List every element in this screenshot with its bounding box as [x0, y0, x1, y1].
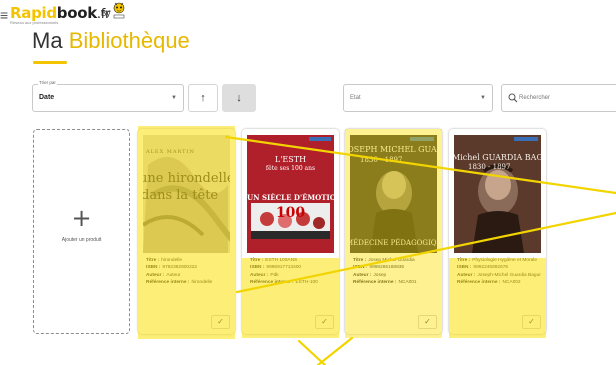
book-cover: L'ESTH fête ses 100 ans UN SIÈCLE D'ÉMOT…: [247, 135, 334, 253]
page-title-accent: Bibliothèque: [68, 28, 190, 53]
ref-label: Référence interne :: [250, 280, 294, 286]
author-label: Auteur :: [457, 272, 476, 278]
sort-select[interactable]: Trier par Date ▼: [32, 80, 184, 112]
product-author: Pdk: [270, 272, 279, 278]
cover-title-line3: MÉDECINE PÉDAGOGIQUE: [350, 239, 437, 247]
product-title: hirondelle: [161, 258, 183, 263]
product-ref: ESTH-100: [295, 280, 318, 286]
product-title: ESTH 100ANS: [265, 258, 298, 263]
ref-label: Référence interne :: [457, 280, 501, 286]
isbn-label: ISBN :: [353, 265, 368, 271]
add-product-card[interactable]: + Ajouter un produit: [33, 129, 130, 334]
product-author: Josep: [373, 272, 387, 278]
cover-year: 100: [275, 205, 306, 221]
product-details: Titre : Physiologie Hygiène et Morale ISB…: [457, 257, 542, 287]
author-label: Auteur :: [146, 272, 165, 278]
title-label: Titre :: [457, 258, 471, 263]
sort-ascending-button[interactable]: ↑: [188, 84, 218, 112]
product-details: Titre : Josep Michel Guardia ISBN :999826…: [353, 257, 438, 287]
product-isbn: 9782382900222: [162, 265, 198, 271]
product-details: Titre : hirondelle ISBN :9782382900222 Au…: [146, 257, 231, 287]
author-label: Auteur :: [250, 272, 269, 278]
book-cover: JOSEPH MICHEL GUARDIA 1830 - 1897 MÉDECI…: [350, 135, 437, 253]
sort-legend: Trier par: [38, 80, 57, 85]
product-author: Auteur: [166, 272, 181, 278]
search-icon: [508, 93, 518, 103]
state-select[interactable]: Etat ▼: [343, 84, 493, 112]
search-input[interactable]: Rechercher: [501, 84, 616, 112]
product-title: Josep Michel Guardia: [368, 258, 415, 263]
book-cover: ALEX MARTIN une hirondelle dans la tête: [143, 135, 230, 253]
isbn-label: ISBN :: [457, 265, 472, 271]
ref-label: Référence interne :: [353, 280, 397, 286]
product-ref: NCA002: [502, 280, 521, 286]
logo-by: By: [101, 9, 111, 18]
title-label: Titre :: [146, 258, 160, 263]
cover-title-line1: L'ESTH: [274, 155, 307, 164]
author-label: Auteur :: [353, 272, 372, 278]
product-ref: NCA001: [398, 280, 417, 286]
product-details: Titre : ESTH 100ANS ISBN :9995917713400 A…: [250, 257, 335, 287]
product-card[interactable]: L'ESTH fête ses 100 ans UN SIÈCLE D'ÉMOT…: [242, 129, 339, 334]
product-ref: hirondelle: [191, 280, 213, 286]
product-card[interactable]: ALEX MARTIN une hirondelle dans la tête …: [138, 129, 235, 334]
cover-title-line2: 1830 - 1897: [468, 163, 511, 171]
logo-book: book: [56, 4, 97, 22]
select-checkmark-button[interactable]: ✓: [418, 315, 437, 329]
sort-descending-button[interactable]: ↓: [222, 84, 256, 112]
logo-tagline: Réseau aux professionnels: [10, 20, 59, 25]
cover-author: ALEX MARTIN: [146, 149, 195, 155]
cover-title-line1: une hirondelle: [143, 171, 230, 186]
select-checkmark-button[interactable]: ✓: [522, 315, 541, 329]
cover-title-line2: 1830 - 1897: [360, 156, 403, 164]
cover-title-line1: Michel GUARDIA BAGUR: [454, 153, 541, 162]
mascot-icon: [113, 2, 125, 19]
product-author: Joseph-Michel Guardia Bagur: [477, 272, 541, 278]
search-placeholder: Rechercher: [519, 95, 551, 101]
select-checkmark-button[interactable]: ✓: [211, 315, 230, 329]
cover-title-line2: dans la tête: [143, 188, 219, 203]
plus-icon: +: [71, 204, 92, 232]
product-card[interactable]: Michel GUARDIA BAGUR 1830 - 1897 Titre :…: [449, 129, 546, 334]
product-isbn: 9995917713400: [266, 265, 302, 271]
select-checkmark-button[interactable]: ✓: [315, 315, 334, 329]
title-label: Titre :: [250, 258, 264, 263]
cover-title-line1: JOSEPH MICHEL GUARDIA: [350, 145, 437, 154]
hamburger-icon[interactable]: ≡: [0, 8, 8, 22]
cover-title-line3: UN SIÈCLE D'ÉMOTIONS: [247, 193, 334, 202]
state-placeholder: Etat: [350, 95, 361, 101]
add-product-label: Ajouter un produit: [61, 237, 102, 243]
product-isbn: 9992245892676: [473, 265, 509, 271]
caret-down-icon: ▼: [171, 95, 177, 101]
book-cover: Michel GUARDIA BAGUR 1830 - 1897: [454, 135, 541, 253]
isbn-label: ISBN :: [146, 265, 161, 271]
product-card[interactable]: JOSEPH MICHEL GUARDIA 1830 - 1897 MÉDECI…: [345, 129, 442, 334]
sort-value: Date: [39, 94, 55, 101]
page-title: Ma Bibliothèque: [32, 28, 190, 54]
product-isbn: 9998265188836: [369, 265, 405, 271]
isbn-label: ISBN :: [250, 265, 265, 271]
ref-label: Référence interne :: [146, 280, 190, 286]
caret-down-icon: ▼: [480, 95, 486, 101]
cover-title-line2: fête ses 100 ans: [265, 165, 316, 172]
title-label: Titre :: [353, 258, 367, 263]
page-title-prefix: Ma: [32, 28, 69, 53]
product-title: Physiologie Hygiène et Morale: [472, 258, 538, 263]
title-underline: [33, 61, 67, 64]
